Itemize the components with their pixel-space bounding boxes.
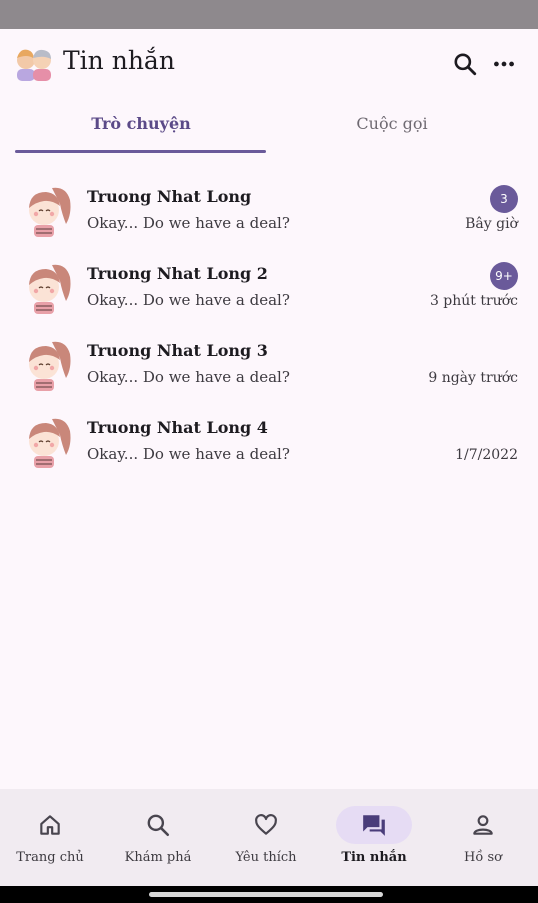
tab-chats[interactable]: Trò chuyện: [15, 114, 267, 133]
nav-favorites[interactable]: Yêu thích: [212, 805, 320, 875]
conversation-preview: Okay... Do we have a deal?: [87, 445, 290, 463]
search-icon[interactable]: [452, 51, 478, 77]
nav-messages[interactable]: Tin nhắn: [320, 805, 428, 875]
heart-icon: [255, 814, 277, 835]
chat-icon: [363, 815, 385, 836]
nav-profile[interactable]: Hồ sơ: [429, 805, 537, 875]
more-options-icon[interactable]: [491, 51, 517, 77]
conversation-time: 1/7/2022: [455, 447, 518, 463]
nav-home[interactable]: Trang chủ: [0, 805, 104, 875]
avatar: [29, 187, 71, 237]
conversation-time: 3 phút trước: [429, 293, 518, 309]
page-title: Tin nhắn: [63, 46, 175, 75]
conversation-item[interactable]: Truong Nhat Long 4 Okay... Do we have a …: [0, 407, 538, 477]
nav-messages-label: Tin nhắn: [341, 850, 407, 865]
search-icon: [147, 814, 170, 837]
avatar: [29, 418, 71, 468]
conversation-name: Truong Nhat Long 3: [87, 341, 268, 360]
home-gesture-handle[interactable]: [149, 892, 383, 897]
conversation-preview: Okay... Do we have a deal?: [87, 291, 290, 309]
nav-profile-label: Hồ sơ: [464, 850, 502, 865]
tab-calls[interactable]: Cuộc gọi: [266, 114, 518, 133]
system-gesture-bar: [0, 886, 538, 903]
avatar: [29, 264, 71, 314]
conversation-time: Bây giờ: [465, 216, 518, 232]
conversation-item[interactable]: Truong Nhat Long 3 Okay... Do we have a …: [0, 330, 538, 400]
nav-favorites-label: Yêu thích: [235, 850, 297, 865]
conversation-name: Truong Nhat Long 4: [87, 418, 268, 437]
couple-avatar-icon: [17, 49, 51, 81]
nav-explore[interactable]: Khám phá: [104, 805, 212, 875]
app-header: Tin nhắn: [0, 29, 538, 99]
unread-badge: 9+: [490, 262, 518, 290]
conversation-item[interactable]: Truong Nhat Long 2 Okay... Do we have a …: [0, 253, 538, 323]
conversation-time: 9 ngày trước: [428, 370, 518, 386]
bottom-navigation: Trang chủ Khám phá Yêu thích Tin nhắn Hồ…: [0, 789, 538, 886]
unread-badge: 3: [490, 185, 518, 213]
conversation-preview: Okay... Do we have a deal?: [87, 368, 290, 386]
nav-home-label: Trang chủ: [16, 850, 84, 865]
nav-explore-label: Khám phá: [124, 850, 192, 865]
conversation-preview: Okay... Do we have a deal?: [87, 214, 290, 232]
tab-indicator: [15, 150, 266, 153]
tab-bar: Trò chuyện Cuộc gọi: [0, 104, 538, 154]
home-icon: [40, 815, 60, 835]
conversation-item[interactable]: Truong Nhat Long Okay... Do we have a de…: [0, 176, 538, 246]
conversation-name: Truong Nhat Long: [87, 187, 252, 206]
person-icon: [473, 815, 493, 835]
conversation-name: Truong Nhat Long 2: [87, 264, 268, 283]
status-bar: [0, 0, 538, 29]
avatar: [29, 341, 71, 391]
